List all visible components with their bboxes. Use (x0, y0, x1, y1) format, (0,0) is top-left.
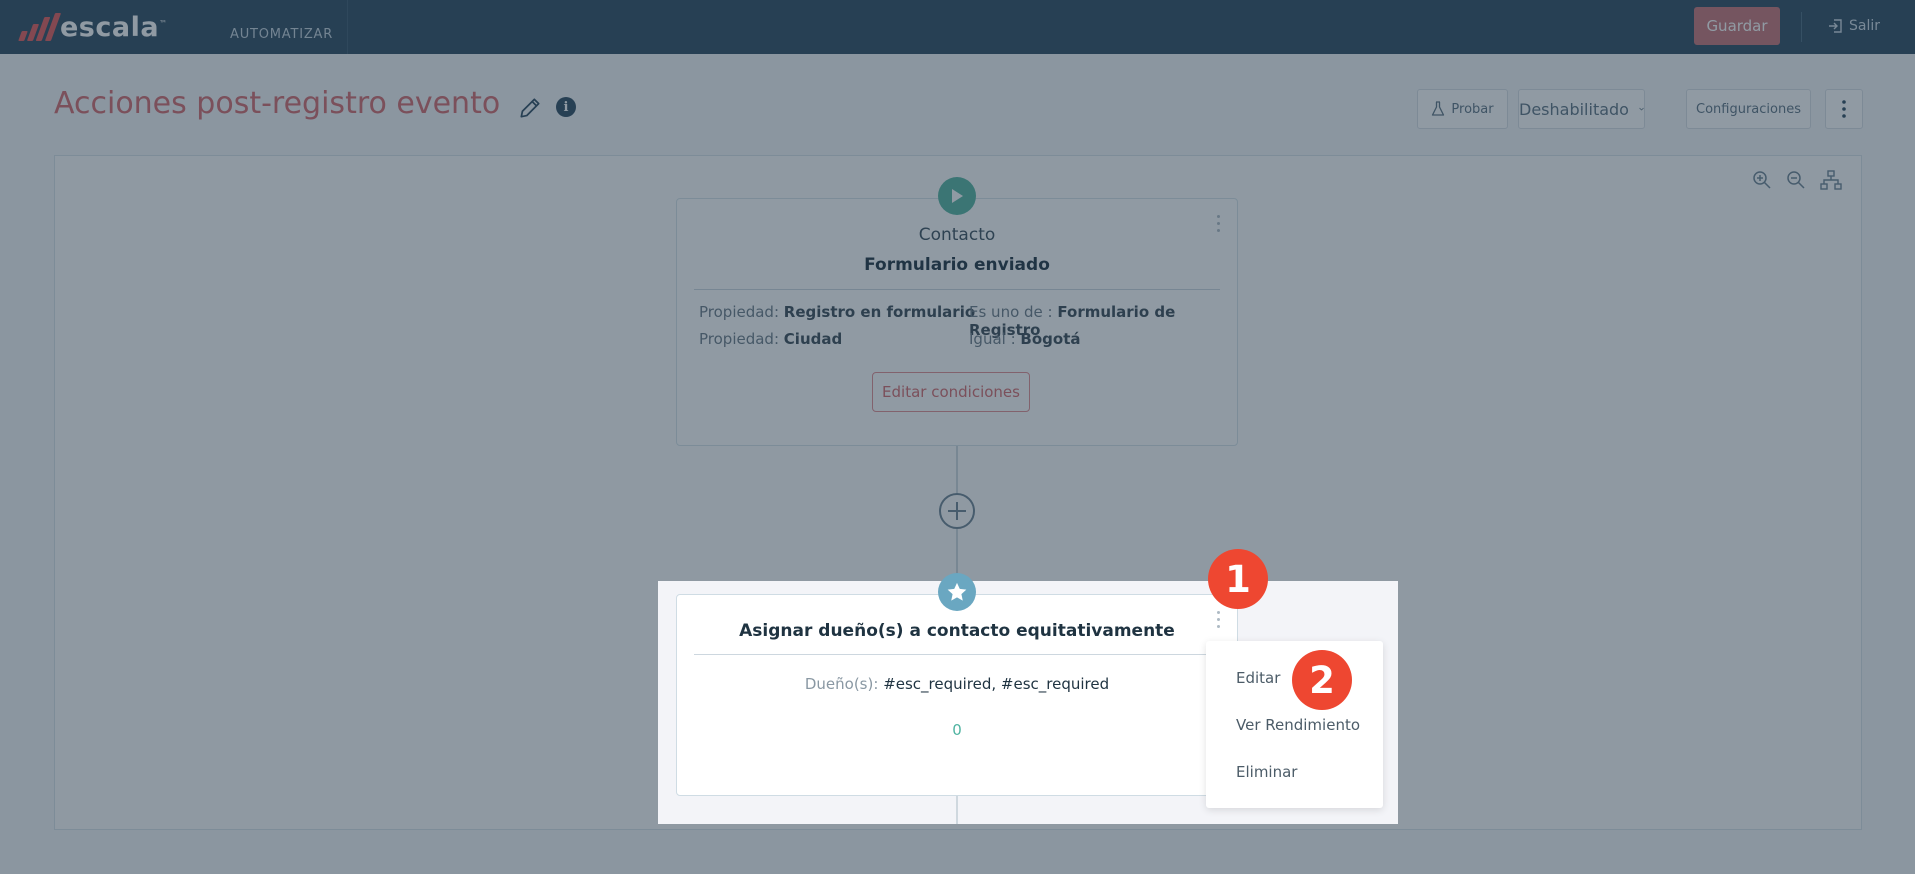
menu-item-delete[interactable]: Eliminar (1236, 763, 1297, 781)
star-icon (938, 573, 976, 611)
action-divider (694, 654, 1220, 655)
action-title: Asignar dueño(s) a contacto equitativame… (739, 621, 1175, 641)
menu-item-performance[interactable]: Ver Rendimiento (1236, 716, 1360, 734)
action-owners: Dueño(s): #esc_required, #esc_required (804, 675, 1110, 693)
flow-connector-bottom (956, 796, 958, 824)
step-badge-1: 1 (1208, 549, 1268, 609)
menu-item-edit[interactable]: Editar (1236, 669, 1280, 687)
step-badge-2: 2 (1292, 650, 1352, 710)
action-node[interactable]: Asignar dueño(s) a contacto equitativame… (676, 594, 1238, 796)
action-count[interactable]: 0 (677, 721, 1237, 739)
